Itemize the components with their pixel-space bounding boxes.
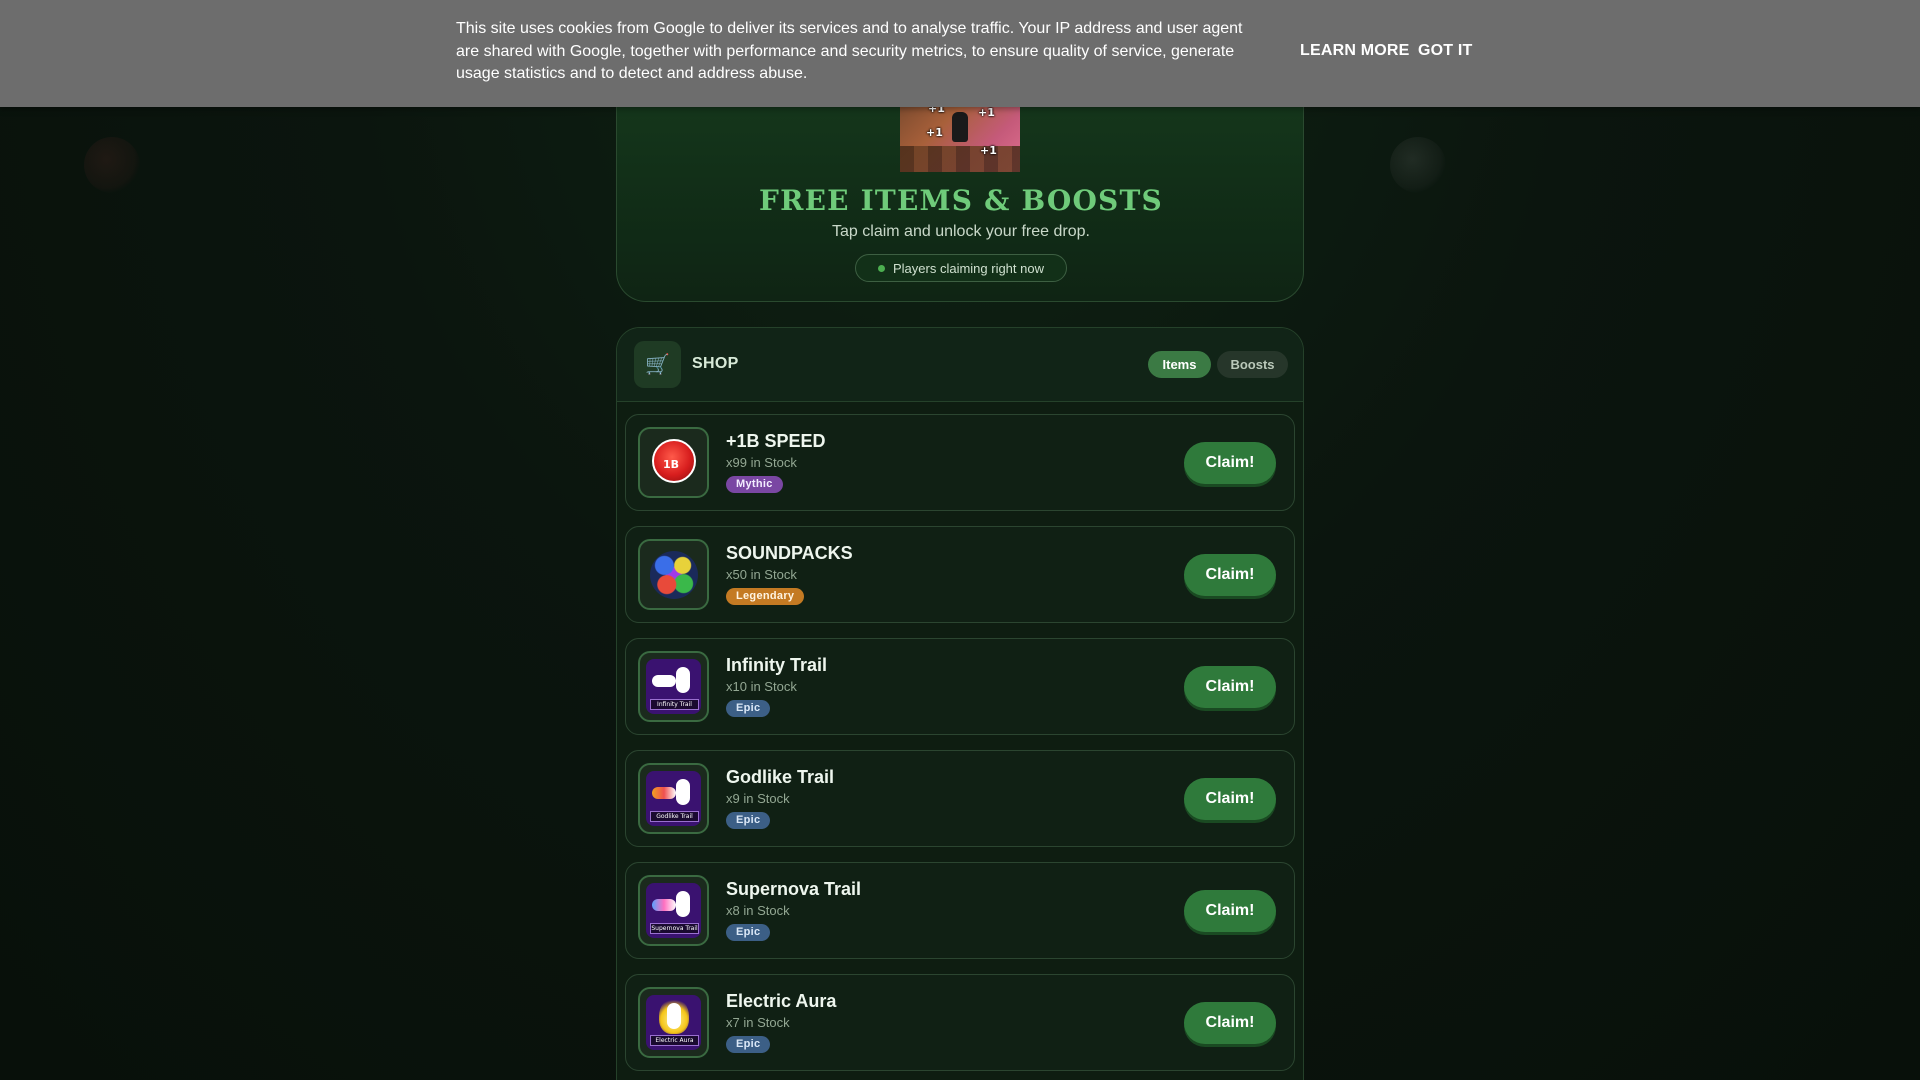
- shop-item: Supernova Trail Supernova Trail x8 in St…: [625, 862, 1295, 959]
- rarity-badge: Epic: [726, 924, 771, 941]
- item-stock: x10 in Stock: [726, 679, 797, 694]
- tab-boosts[interactable]: Boosts: [1217, 351, 1288, 378]
- item-name: Infinity Trail: [726, 655, 828, 675]
- live-status-label: Players claiming right now: [892, 260, 1044, 276]
- soundpacks-icon: [638, 539, 709, 610]
- claim-button[interactable]: Claim!: [1184, 442, 1276, 484]
- shop-item: SOUNDPACKS x50 in Stock Legendary Claim!: [625, 526, 1295, 623]
- background-decoration-right: [1390, 137, 1446, 193]
- supernova-trail-art: Supernova Trail: [646, 883, 701, 938]
- hero-image: +1 +1 +1 +1: [900, 100, 1020, 172]
- rarity-badge: Epic: [726, 1036, 771, 1053]
- item-stock: x50 in Stock: [726, 567, 797, 582]
- hero-image-badge: +1: [980, 144, 997, 157]
- trail-figure: [676, 667, 690, 693]
- shop-item: 1B +1B SPEED x99 in Stock Mythic Claim!: [625, 414, 1295, 511]
- rarity-badge: Epic: [726, 700, 771, 717]
- electric-aura-icon: Electric Aura: [638, 987, 709, 1058]
- hero-image-badge: +1: [926, 126, 943, 139]
- trail-figure: [676, 779, 690, 805]
- background-decoration-left: [84, 137, 140, 193]
- trail-label: Godlike Trail: [650, 811, 699, 822]
- item-name: SOUNDPACKS: [726, 543, 853, 563]
- rarity-badge: Legendary: [726, 588, 805, 605]
- rarity-badge: Mythic: [726, 476, 783, 493]
- item-stock: x8 in Stock: [726, 903, 790, 918]
- shop-panel: 🛒 SHOP Items Boosts 1B +1B SPEED x99 in …: [616, 327, 1304, 1080]
- trail-label: Infinity Trail: [650, 699, 699, 710]
- trail-label: Supernova Trail: [650, 923, 699, 934]
- page-title: FREE ITEMS & BOOSTS: [759, 184, 1163, 217]
- claim-button[interactable]: Claim!: [1184, 890, 1276, 932]
- item-stock: x7 in Stock: [726, 1015, 790, 1030]
- item-name: Supernova Trail: [726, 879, 862, 899]
- got-it-button[interactable]: GOT IT: [1418, 42, 1473, 60]
- cookie-banner-text: This site uses cookies from Google to de…: [456, 20, 1243, 82]
- tab-items[interactable]: Items: [1148, 351, 1211, 378]
- soundpacks-art: [650, 551, 698, 599]
- claim-button[interactable]: Claim!: [1184, 1002, 1276, 1044]
- shop-title: SHOP: [692, 355, 739, 372]
- shop-item: Infinity Trail Infinity Trail x10 in Sto…: [625, 638, 1295, 735]
- page-subtitle: Tap claim and unlock your free drop.: [832, 223, 1090, 240]
- live-dot-icon: [877, 264, 885, 272]
- godlike-trail-art: Godlike Trail: [646, 771, 701, 826]
- aura-label: Electric Aura: [650, 1035, 699, 1046]
- supernova-trail-icon: Supernova Trail: [638, 875, 709, 946]
- speed-orb-label: 1B: [663, 458, 680, 471]
- rarity-badge: Epic: [726, 812, 771, 829]
- trail-streak: [652, 787, 676, 799]
- live-status-pill: Players claiming right now: [855, 254, 1067, 282]
- infinity-trail-art: Infinity Trail: [646, 659, 701, 714]
- claim-button[interactable]: Claim!: [1184, 666, 1276, 708]
- learn-more-button[interactable]: LEARN MORE: [1300, 42, 1410, 60]
- shop-header: 🛒 SHOP Items Boosts: [617, 328, 1303, 402]
- hero-image-badge: +1: [978, 106, 995, 119]
- claim-button[interactable]: Claim!: [1184, 554, 1276, 596]
- cookie-banner: This site uses cookies from Google to de…: [0, 0, 1920, 107]
- shop-item: Electric Aura Electric Aura x7 in Stock …: [625, 974, 1295, 1071]
- hero-image-floor: [900, 146, 1020, 172]
- trail-figure: [676, 891, 690, 917]
- hero-image-character: [952, 112, 968, 142]
- aura-figure: [667, 1003, 681, 1029]
- item-stock: x99 in Stock: [726, 455, 797, 470]
- item-name: Electric Aura: [726, 991, 837, 1011]
- item-name: Godlike Trail: [726, 767, 835, 787]
- shop-item: Godlike Trail Godlike Trail x9 in Stock …: [625, 750, 1295, 847]
- item-stock: x9 in Stock: [726, 791, 790, 806]
- cart-icon: 🛒: [634, 341, 681, 388]
- trail-streak: [652, 899, 676, 911]
- infinity-trail-icon: Infinity Trail: [638, 651, 709, 722]
- speed-orb-art: 1B: [652, 439, 696, 483]
- claim-button[interactable]: Claim!: [1184, 778, 1276, 820]
- item-name: +1B SPEED: [726, 431, 826, 451]
- trail-streak: [652, 675, 676, 687]
- electric-aura-art: Electric Aura: [646, 995, 701, 1050]
- speed-orb-icon: 1B: [638, 427, 709, 498]
- godlike-trail-icon: Godlike Trail: [638, 763, 709, 834]
